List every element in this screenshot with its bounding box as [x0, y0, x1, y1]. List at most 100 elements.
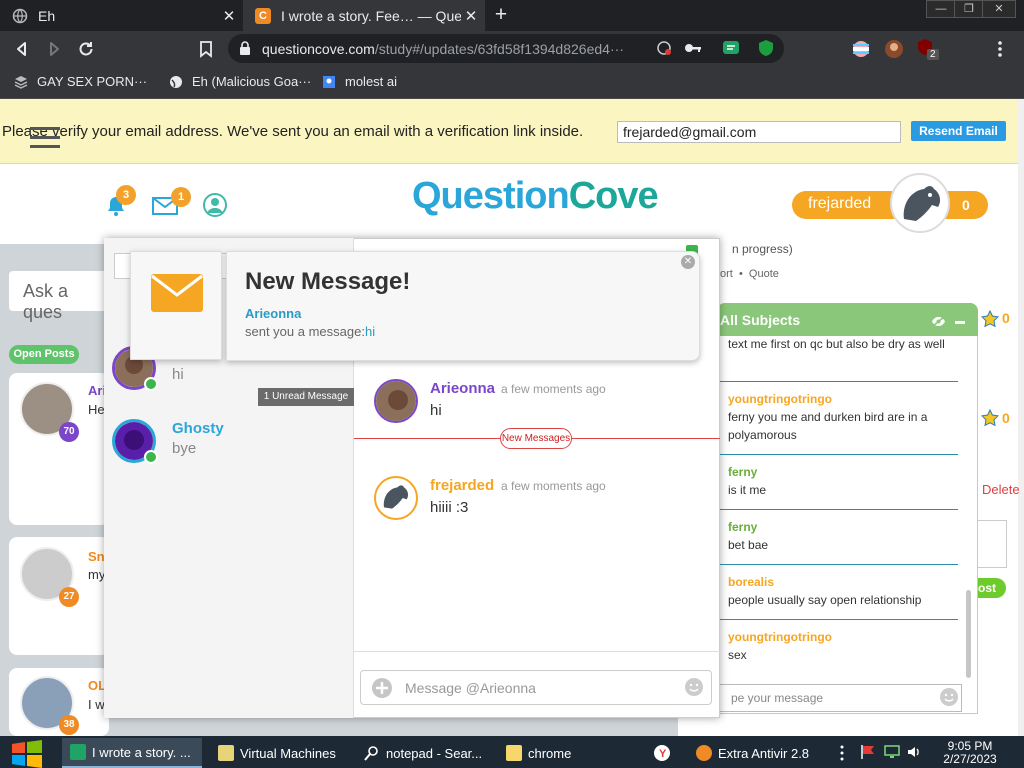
ask-question-input[interactable]: Ask a ques [9, 271, 109, 322]
chat-message-author[interactable]: borealis [728, 575, 774, 589]
message-author[interactable]: frejarded [430, 477, 494, 494]
report-link[interactable]: ort [720, 268, 733, 280]
conversation-name[interactable]: Ghosty [172, 420, 224, 437]
omnibox[interactable]: questioncove.com/study#/updates/63fd58f1… [228, 34, 784, 63]
window-close-button[interactable]: ✕ [982, 0, 1016, 18]
site-logo[interactable]: QuestionCove [412, 175, 659, 218]
chat-message-author[interactable]: youngtringotringo [728, 630, 832, 644]
minimize-button[interactable]: — [926, 0, 956, 18]
chat-scrollbar[interactable] [966, 590, 971, 678]
chat-message-text: is it me [728, 483, 767, 497]
verify-email-field[interactable]: frejarded@gmail.com [617, 121, 901, 143]
key-icon[interactable] [684, 41, 702, 55]
image-icon [323, 75, 335, 88]
feed-snippet: my [88, 567, 106, 582]
yandex-icon[interactable]: Y [654, 745, 670, 761]
chat-divider [718, 381, 958, 382]
toast-sender[interactable]: Arieonna [245, 306, 301, 321]
tab-title: I wrote a story. Fee… — Questic [281, 7, 461, 24]
reload-icon[interactable] [76, 39, 96, 59]
taskbar-item[interactable]: Virtual Machines [210, 738, 355, 768]
bookmark-item[interactable]: molest ai [322, 74, 397, 89]
tab-close-icon[interactable]: ✕ [461, 7, 481, 25]
delete-link[interactable]: Delete [982, 482, 1020, 497]
tray-overflow-icon[interactable] [839, 745, 845, 761]
reply-box[interactable] [975, 520, 1007, 568]
conversation-preview: hi [172, 366, 184, 383]
quote-link[interactable]: Quote [749, 268, 779, 280]
flag-extension-icon[interactable] [852, 40, 870, 58]
tab-eh[interactable]: Eh ✕ [0, 0, 243, 31]
bookmark-label: GAY SEX PORN··· [37, 74, 148, 89]
windows-start-icon[interactable] [10, 740, 44, 768]
taskbar-item[interactable]: chrome [498, 738, 638, 768]
message-avatar[interactable] [374, 379, 418, 423]
chat-divider [718, 454, 958, 455]
message-avatar[interactable] [374, 476, 418, 520]
message-time: a few moments ago [501, 479, 606, 493]
emoji-icon[interactable] [939, 687, 959, 707]
online-indicator [144, 450, 158, 464]
tab-questioncove[interactable]: C I wrote a story. Fee… — Questic ✕ [243, 0, 485, 31]
reputation-badge: 27 [59, 587, 79, 607]
envelope-icon [151, 274, 203, 312]
chat-title: All Subjects [720, 312, 801, 328]
taskbar-item[interactable]: notepad - Sear... [356, 738, 496, 768]
extension-badge: 2 [927, 49, 939, 60]
bookmark-item[interactable]: Eh (Malicious Goa··· [169, 74, 311, 89]
shield-icon[interactable] [758, 39, 774, 57]
bookmark-item[interactable]: GAY SEX PORN··· [14, 74, 147, 89]
open-posts-tab[interactable]: Open Posts [9, 345, 79, 364]
forward-icon[interactable] [44, 39, 64, 59]
message-author[interactable]: Arieonna [430, 380, 495, 397]
star-icon [981, 310, 999, 328]
new-tab-button[interactable]: + [490, 4, 512, 26]
restore-button[interactable]: ❐ [954, 0, 984, 18]
url-text: questioncove.com/study#/updates/63fd58f1… [262, 41, 624, 57]
emoji-icon[interactable] [684, 677, 704, 697]
taskbar-item[interactable]: Extra Antivir 2.8 [688, 738, 834, 768]
profile-icon[interactable] [203, 193, 227, 217]
volume-icon[interactable] [906, 744, 922, 760]
chat-input[interactable]: pe your message [718, 684, 962, 712]
page-scrollbar[interactable] [1018, 99, 1024, 736]
extension-green-icon[interactable] [722, 40, 740, 56]
chat-message-text: text me first on qc but also be dry as w… [728, 337, 945, 351]
taskbar-item[interactable]: I wrote a story. ... [62, 738, 202, 768]
questioncove-favicon-icon: C [255, 7, 271, 24]
menu-icon[interactable] [990, 39, 1010, 59]
profile-extension-icon[interactable] [884, 39, 904, 59]
lock-icon[interactable] [238, 41, 252, 56]
user-avatar[interactable] [890, 173, 950, 233]
message-time: a few moments ago [501, 382, 606, 396]
toast-title: New Message! [245, 268, 411, 295]
tab-close-icon[interactable]: ✕ [219, 7, 239, 25]
chat-divider [718, 619, 958, 620]
chat-message-author[interactable]: youngtringotringo [728, 392, 832, 406]
username: frejarded [808, 195, 872, 212]
address-bar-row: questioncove.com/study#/updates/63fd58f1… [0, 31, 1024, 66]
system-clock[interactable]: 9:05 PM 2/27/2023 [935, 740, 1005, 766]
chat-message-author[interactable]: ferny [728, 465, 757, 479]
post-links: ort • Quote [720, 268, 779, 280]
reputation-badge: 38 [59, 715, 79, 735]
chat-message-author[interactable]: ferny [728, 520, 757, 534]
search-icon [364, 745, 380, 761]
unread-badge: 1 Unread Message [258, 388, 354, 406]
chat-message-text: sex [728, 648, 747, 662]
hide-eye-icon[interactable] [931, 316, 946, 327]
messages-badge: 1 [171, 187, 191, 207]
star-score: 0 [1002, 410, 1010, 426]
toast-close-icon[interactable]: ✕ [681, 255, 695, 269]
resend-email-button[interactable]: Resend Email [911, 121, 1006, 141]
bookmark-icon[interactable] [196, 39, 216, 59]
flag-icon[interactable] [860, 744, 876, 760]
hamburger-menu-icon[interactable] [30, 127, 60, 149]
camera-blocked-icon[interactable] [656, 40, 672, 56]
back-icon[interactable] [12, 39, 32, 59]
stack-icon [14, 75, 28, 89]
add-attachment-icon[interactable] [371, 677, 393, 699]
globe-icon [170, 75, 182, 88]
network-icon[interactable] [884, 744, 900, 760]
minimize-chat-icon[interactable] [955, 321, 965, 324]
